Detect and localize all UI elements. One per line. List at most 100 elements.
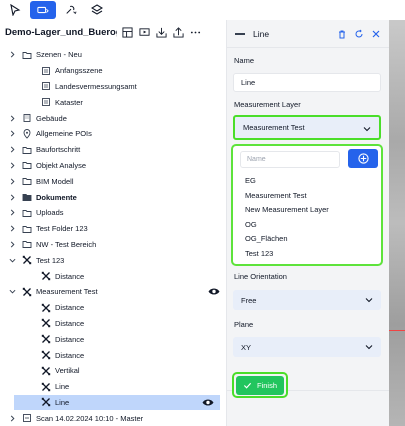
folder-icon <box>21 49 32 60</box>
folder-open-icon <box>21 192 32 203</box>
document-icon <box>40 65 51 76</box>
chevron-right-icon[interactable] <box>8 193 16 201</box>
measurement-layer-value: Measurement Test <box>243 123 305 132</box>
layers-icon[interactable] <box>86 1 108 19</box>
layer-option[interactable]: EG <box>245 176 256 185</box>
tree-row[interactable]: Line <box>14 394 220 411</box>
tree-row[interactable]: Anfangsszene <box>0 63 226 79</box>
document-icon <box>40 97 51 108</box>
chevron-right-icon[interactable] <box>8 414 16 422</box>
line-orientation-select[interactable]: Free <box>233 290 381 310</box>
layer-search-input[interactable]: Name <box>240 151 340 168</box>
tree-row-label: Test Folder 123 <box>36 224 88 234</box>
measurement-icon <box>40 318 51 329</box>
tree-row[interactable]: NW - Test Bereich <box>0 237 226 253</box>
chevron-down-icon[interactable] <box>8 256 16 264</box>
tree-row[interactable]: Distance <box>0 300 226 316</box>
layer-option[interactable]: Measurement Test <box>245 191 307 200</box>
tree-row[interactable]: Kataster <box>0 94 226 110</box>
map-viewport[interactable] <box>389 20 405 426</box>
tree-row[interactable]: Test Folder 123 <box>0 221 226 237</box>
tree-row-label: Uploads <box>36 208 64 218</box>
name-field[interactable]: Line <box>233 73 381 92</box>
measurement-icon <box>40 381 51 392</box>
grid-icon[interactable] <box>121 26 133 38</box>
tree-row[interactable]: Vertikal <box>0 363 226 379</box>
tree-row[interactable]: Distance <box>0 347 226 363</box>
layer-option[interactable]: Test 123 <box>245 249 273 258</box>
plane-label: Plane <box>234 320 254 329</box>
tree-row[interactable]: Uploads <box>0 205 226 221</box>
tree-row[interactable]: Gebäude <box>0 110 226 126</box>
layer-option[interactable]: OG <box>245 220 257 229</box>
upload-icon[interactable] <box>172 26 184 38</box>
chevron-right-icon[interactable] <box>8 51 16 59</box>
tree-row-label: Scan 14.02.2024 10:10 - Master <box>36 413 144 423</box>
collapse-icon[interactable] <box>235 32 245 35</box>
tree-row[interactable]: Distance <box>0 316 226 332</box>
add-layer-button[interactable] <box>348 149 378 168</box>
tree-row[interactable]: Measurement Test <box>0 284 226 300</box>
close-icon[interactable] <box>370 28 381 39</box>
folder-icon <box>21 239 32 250</box>
tree-row-label: Gebäude <box>36 113 67 123</box>
tree-row-label: Line <box>55 382 70 392</box>
tree-row[interactable]: Szenen - Neu <box>0 47 226 63</box>
tree-row[interactable]: Scan 14.02.2024 10:10 - Master <box>0 410 226 426</box>
measurement-layer-select[interactable]: Measurement Test <box>233 115 381 140</box>
chevron-right-icon[interactable] <box>8 225 16 233</box>
layer-option[interactable]: OG_Flächen <box>245 234 288 243</box>
tree-row-label: Line <box>55 397 70 407</box>
tree-row-label: Distance <box>55 334 85 344</box>
project-header: Demo-Lager_und_Bueroge... <box>0 20 226 44</box>
import-icon[interactable] <box>155 26 167 38</box>
plane-value: XY <box>241 342 252 352</box>
chevron-right-icon[interactable] <box>8 240 16 248</box>
tree-row-label: Baufortschritt <box>36 145 81 155</box>
visibility-eye-icon[interactable] <box>208 287 220 297</box>
finish-button[interactable]: Finish <box>236 375 284 395</box>
reset-icon[interactable] <box>353 28 364 39</box>
layer-option[interactable]: New Measurement Layer <box>245 205 329 214</box>
folder-icon <box>21 207 32 218</box>
measurement-icon <box>40 271 51 282</box>
tree-row[interactable]: Allgemeine POIs <box>0 126 226 142</box>
tree-row-label: Distance <box>55 271 85 281</box>
tree-row[interactable]: Baufortschritt <box>0 142 226 158</box>
tree-row[interactable]: Landesvermessungsamt <box>0 79 226 95</box>
tree-row[interactable]: Distance <box>0 331 226 347</box>
measurement-icon <box>40 334 51 345</box>
chevron-right-icon[interactable] <box>8 130 16 138</box>
tree-row[interactable]: BIM Modell <box>0 173 226 189</box>
tools-icon[interactable] <box>60 1 82 19</box>
chevron-right-icon[interactable] <box>8 177 16 185</box>
panel-title: Line <box>253 28 270 39</box>
chevron-right-icon[interactable] <box>8 161 16 169</box>
tree-row-label: Measurement Test <box>36 287 98 297</box>
tree-row-label: Dokumente <box>36 192 77 202</box>
chevron-down-icon <box>365 345 373 350</box>
folder-icon <box>21 160 32 171</box>
line-orientation-value: Free <box>241 295 257 305</box>
delete-icon[interactable] <box>336 28 347 39</box>
tree-row[interactable]: Line <box>0 379 226 395</box>
measure-tool-button[interactable] <box>30 1 56 19</box>
tree-row[interactable]: Objekt Analyse <box>0 158 226 174</box>
tree-row[interactable]: Test 123 <box>0 252 226 268</box>
chevron-right-icon[interactable] <box>8 114 16 122</box>
chevron-right-icon[interactable] <box>8 209 16 217</box>
line-orientation-label: Line Orientation <box>234 272 287 281</box>
tree-row-label: Vertikal <box>55 366 80 376</box>
chevron-down-icon[interactable] <box>8 288 16 296</box>
chevron-right-icon[interactable] <box>8 146 16 154</box>
plus-circle-icon <box>357 153 369 164</box>
present-icon[interactable] <box>138 26 150 38</box>
plane-select[interactable]: XY <box>233 337 381 357</box>
tree-row[interactable]: Dokumente <box>0 189 226 205</box>
scan-icon <box>21 413 32 424</box>
more-icon[interactable] <box>189 26 201 38</box>
visibility-eye-icon[interactable] <box>202 397 214 407</box>
tree-row[interactable]: Distance <box>0 268 226 284</box>
cursor-icon[interactable] <box>4 1 26 19</box>
tree-row-label: Allgemeine POIs <box>36 129 92 139</box>
